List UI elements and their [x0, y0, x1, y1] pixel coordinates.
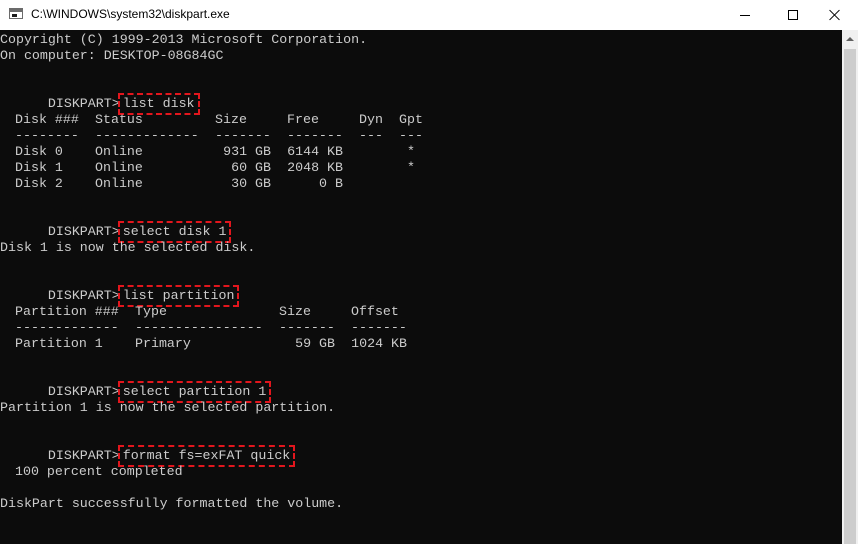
type-col-header: Type [135, 304, 167, 319]
disk-id: Disk 1 [15, 160, 63, 175]
disk-size: 60 GB [231, 160, 271, 175]
partition-id: Partition 1 [15, 336, 103, 351]
disk-row: Disk 1 Online 60 GB 2048 KB * [0, 160, 842, 176]
scroll-thumb[interactable] [844, 49, 856, 544]
separator: ------------- [95, 128, 199, 143]
disk-status: Online [95, 176, 143, 191]
status-col-header: Status [95, 112, 143, 127]
prompt-line: DISKPART> select partition 1 [0, 368, 272, 403]
prompt-text: DISKPART> [47, 384, 120, 399]
disk-gpt: * [407, 160, 415, 175]
command-select-partition: select partition 1 [117, 381, 272, 403]
separator: --- [399, 128, 423, 143]
title-bar[interactable]: C:\WINDOWS\system32\diskpart.exe [0, 0, 858, 30]
partition-row: Partition 1 Primary 59 GB 1024 KB [0, 336, 842, 352]
partition-table-separator: ------------- ---------------- ------- -… [0, 320, 842, 336]
separator: ---------------- [135, 320, 263, 335]
disk-id: Disk 0 [15, 144, 63, 159]
separator: --- [359, 128, 383, 143]
size-col-header: Size [215, 112, 247, 127]
partition-col-header: Partition ### [15, 304, 119, 319]
disk-id: Disk 2 [15, 176, 63, 191]
separator: ------- [279, 320, 335, 335]
close-icon [829, 9, 841, 21]
prompt-text: DISKPART> [47, 224, 120, 239]
separator: ------- [351, 320, 407, 335]
disk-row: Disk 0 Online 931 GB 6144 KB * [0, 144, 842, 160]
separator: ------- [215, 128, 271, 143]
disk-free: 2048 KB [287, 160, 343, 175]
command-list-partition: list partition [117, 285, 240, 307]
prompt-text: DISKPART> [47, 448, 120, 463]
copyright-line: Copyright (C) 1999-2013 Microsoft Corpor… [0, 32, 368, 47]
disk-status: Online [95, 144, 143, 159]
offset-col-header: Offset [351, 304, 399, 319]
prompt-line: DISKPART> list partition [0, 272, 240, 307]
command-list-disk: list disk [117, 93, 200, 115]
maximize-icon [788, 10, 798, 20]
disk-free: 6144 KB [287, 144, 343, 159]
separator: ------------- [15, 320, 119, 335]
window-title: C:\WINDOWS\system32\diskpart.exe [31, 7, 230, 21]
select-partition-message: Partition 1 is now the selected partitio… [0, 400, 336, 415]
disk-table-header: Disk ### Status Size Free Dyn Gpt [0, 112, 842, 128]
console-output[interactable]: Copyright (C) 1999-2013 Microsoft Corpor… [0, 30, 842, 544]
separator: ------- [287, 128, 343, 143]
partition-offset: 1024 KB [351, 336, 407, 351]
disk-size: 931 GB [223, 144, 271, 159]
prompt-line[interactable]: DISKPART> [0, 528, 120, 544]
size-col-header: Size [279, 304, 311, 319]
minimize-button[interactable] [722, 0, 768, 30]
disk-free: 0 B [319, 176, 343, 191]
vertical-scrollbar[interactable] [842, 30, 858, 544]
partition-table-header: Partition ### Type Size Offset [0, 304, 842, 320]
diskpart-window: C:\WINDOWS\system32\diskpart.exe Copyrig… [0, 0, 858, 544]
scroll-up-button[interactable] [842, 30, 858, 47]
disk-row: Disk 2 Online 30 GB 0 B [0, 176, 842, 192]
console-app-icon[interactable] [9, 8, 23, 19]
dyn-col-header: Dyn [359, 112, 383, 127]
prompt-text: DISKPART> [47, 288, 120, 303]
prompt-line: DISKPART> select disk 1 [0, 208, 232, 243]
minimize-icon [740, 14, 750, 16]
command-format: format fs=exFAT quick [117, 445, 296, 467]
partition-size: 59 GB [295, 336, 335, 351]
separator: -------- [15, 128, 79, 143]
prompt-line: DISKPART> list disk [0, 80, 200, 115]
disk-table-separator: -------- ------------- ------- ------- -… [0, 128, 842, 144]
disk-size: 30 GB [231, 176, 271, 191]
arrow-up-icon [846, 36, 854, 41]
success-message: DiskPart successfully formatted the volu… [0, 496, 344, 511]
computer-line: On computer: DESKTOP-08G84GC [0, 48, 224, 63]
free-col-header: Free [287, 112, 319, 127]
maximize-button[interactable] [770, 0, 816, 30]
select-disk-message: Disk 1 is now the selected disk. [0, 240, 256, 255]
command-select-disk: select disk 1 [117, 221, 232, 243]
disk-gpt: * [407, 144, 415, 159]
disk-col-header: Disk ### [15, 112, 79, 127]
disk-status: Online [95, 160, 143, 175]
prompt-line: DISKPART> format fs=exFAT quick [0, 432, 296, 467]
progress-message: 100 percent completed [15, 464, 183, 479]
prompt-text: DISKPART> [47, 96, 120, 111]
partition-type: Primary [135, 336, 191, 351]
gpt-col-header: Gpt [399, 112, 423, 127]
close-button[interactable] [812, 0, 858, 30]
